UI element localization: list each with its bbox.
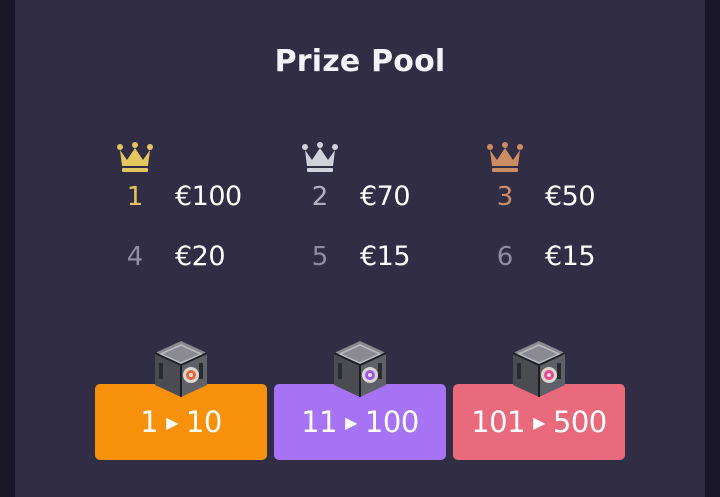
play-arrow-icon: ▶ [533, 413, 545, 432]
prize-pool-title: Prize Pool [274, 44, 446, 79]
tier-to: 10 [185, 405, 222, 439]
case-cube-icon [149, 337, 213, 401]
gold-crown-icon [116, 141, 154, 173]
prize-amount: €15 [360, 241, 411, 272]
tier-from: 101 [471, 405, 526, 439]
prize-amount: €100 [175, 181, 242, 212]
case-cube-icon [507, 337, 571, 401]
prize-amount: €50 [545, 181, 596, 212]
prize-rank: 6 [496, 242, 514, 272]
play-arrow-icon: ▶ [166, 413, 178, 432]
play-arrow-icon: ▶ [345, 413, 357, 432]
bronze-crown-icon [486, 141, 524, 173]
prize-amount: €15 [545, 241, 596, 272]
tier-to: 100 [364, 405, 419, 439]
tier-from: 1 [140, 405, 159, 439]
silver-crown-icon [301, 141, 339, 173]
tier-from: 11 [301, 405, 338, 439]
prize-rank: 1 [126, 182, 144, 212]
prize-rank: 5 [311, 242, 329, 272]
tier-label: 11 ▶ 100 [274, 404, 446, 441]
prize-pool-panel: Prize Pool 1 €100 2 €70 3 €50 4 €20 5 €1… [15, 0, 705, 497]
prize-rank: 4 [126, 242, 144, 272]
tier-label: 1 ▶ 10 [95, 404, 267, 441]
prize-rank: 2 [311, 182, 329, 212]
prize-rank: 3 [496, 182, 514, 212]
prize-amount: €70 [360, 181, 411, 212]
prize-amount: €20 [175, 241, 226, 272]
page: Prize Pool 1 €100 2 €70 3 €50 4 €20 5 €1… [0, 0, 720, 497]
tier-to: 500 [552, 405, 607, 439]
case-cube-icon [328, 337, 392, 401]
tier-label: 101 ▶ 500 [453, 404, 625, 441]
